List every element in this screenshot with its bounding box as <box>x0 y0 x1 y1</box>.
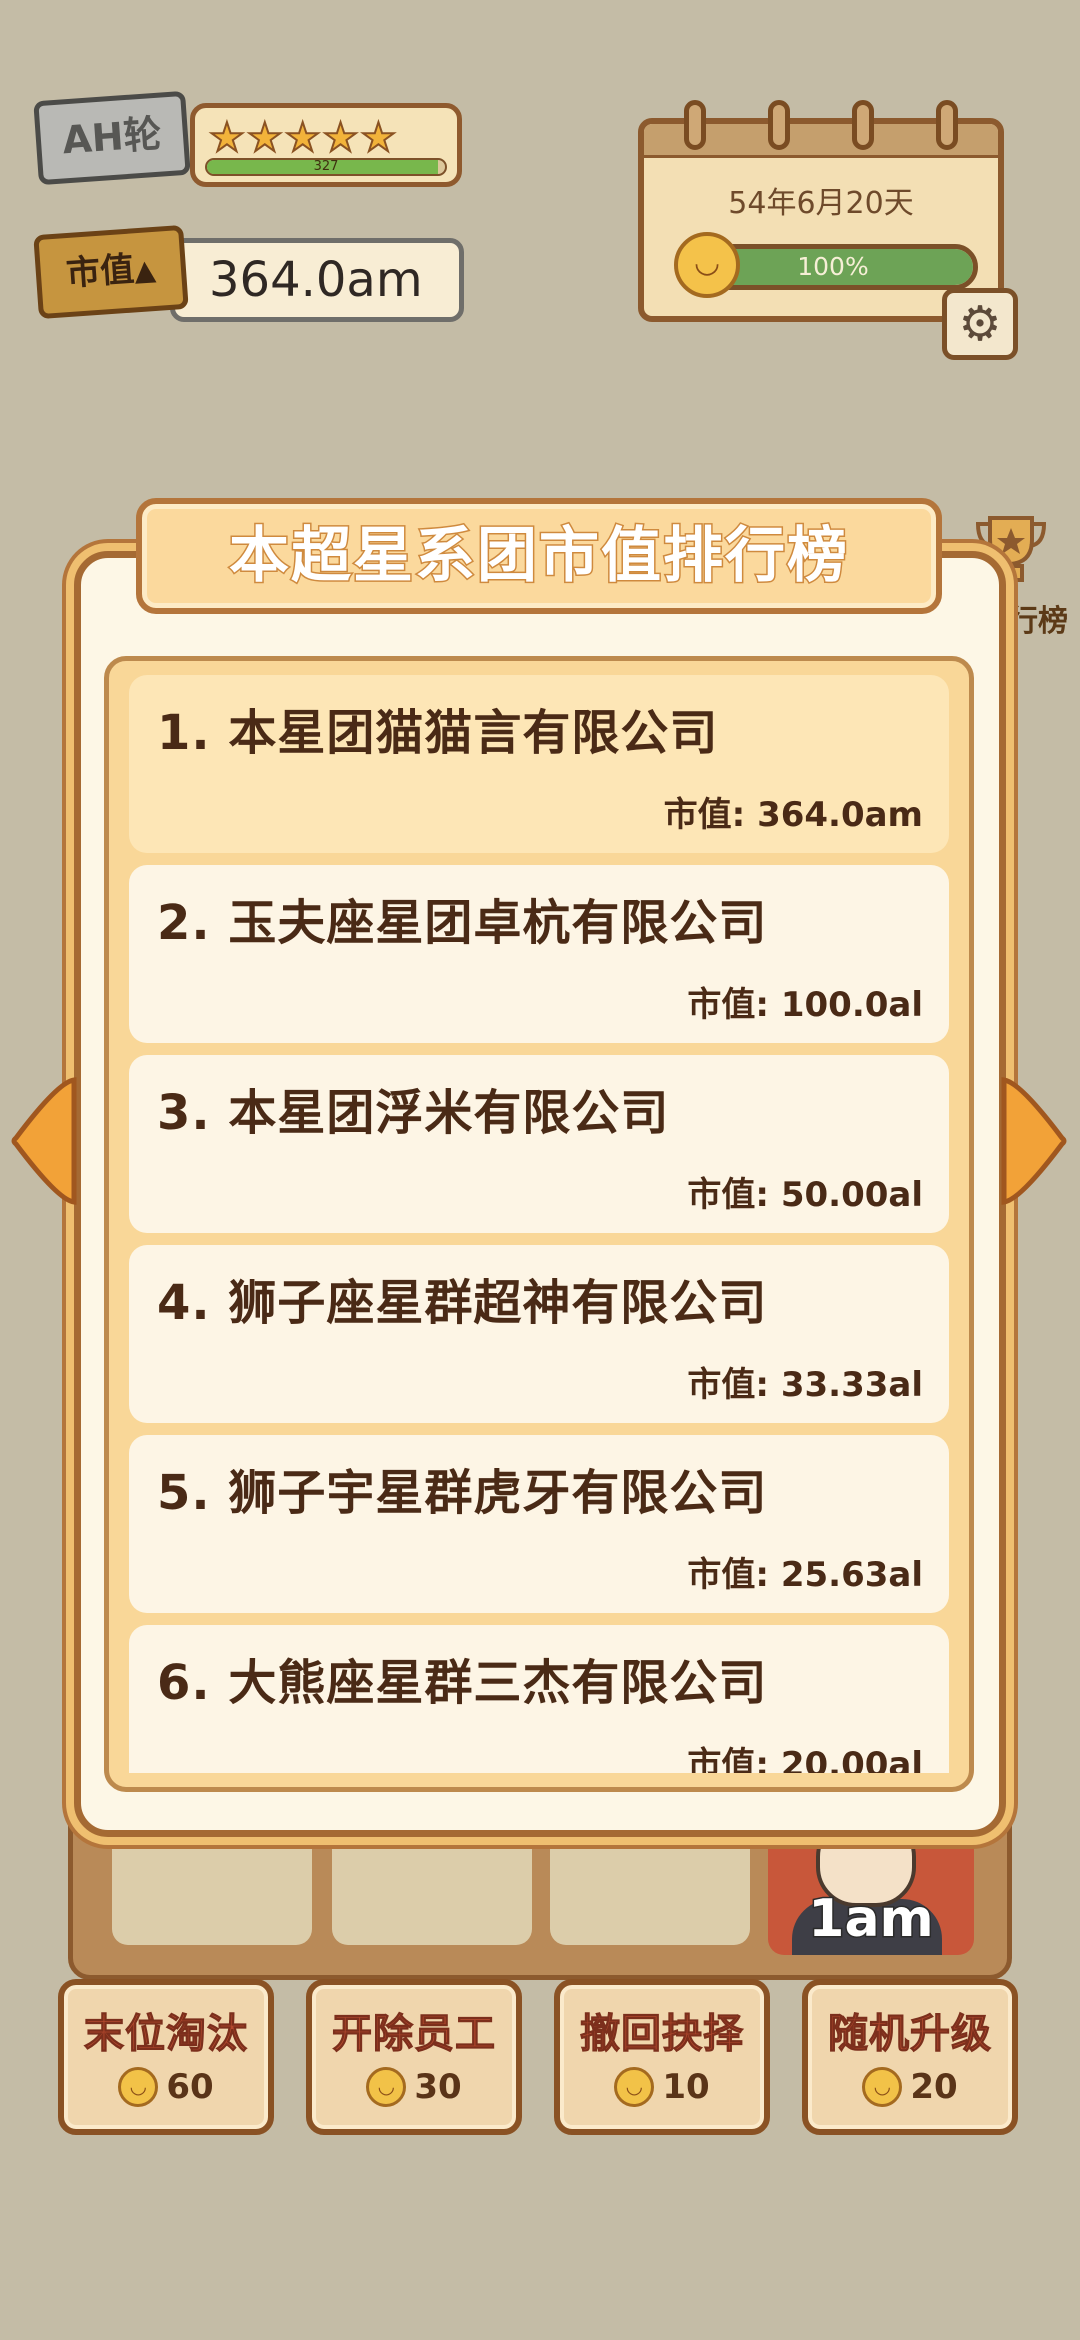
employee-value: 1am <box>807 1888 935 1951</box>
action-cost: ◡ 10 <box>614 2067 710 2107</box>
cost-value: 10 <box>662 2067 710 2107</box>
modal-title: 本超星系团市值排行榜 <box>136 498 942 614</box>
chart-icon: ▲ <box>133 252 157 288</box>
leaderboard-list-frame: 1. 本星团猫猫言有限公司 市值: 364.0am 2. 玉夫座星团卓杭有限公司… <box>104 656 974 1792</box>
undo-choice-button[interactable]: 撤回抉择 ◡ 10 <box>554 1979 770 2135</box>
round-progress-track: 327 <box>205 158 447 176</box>
company-name: 2. 玉夫座星团卓杭有限公司 <box>157 895 768 951</box>
star-icon: ★ <box>359 115 397 161</box>
company-market-cap: 市值: 20.00al <box>687 1745 923 1773</box>
fire-employee-button[interactable]: 开除员工 ◡ 30 <box>306 1979 522 2135</box>
star-icon: ★ <box>208 115 246 161</box>
leaderboard-row: 6. 大熊座星群三杰有限公司 市值: 20.00al <box>129 1625 949 1773</box>
leaderboard-row: 1. 本星团猫猫言有限公司 市值: 364.0am <box>129 675 949 853</box>
leaderboard-row: 3. 本星团浮米有限公司 市值: 50.00al <box>129 1055 949 1233</box>
company-name: 4. 狮子座星群超神有限公司 <box>157 1275 768 1331</box>
round-progress-value: 327 <box>313 159 339 174</box>
random-upgrade-button[interactable]: 随机升级 ◡ 20 <box>802 1979 1018 2135</box>
cost-value: 60 <box>166 2067 214 2107</box>
market-cap-badge: 市值▲ <box>33 224 189 320</box>
star-icon: ★ <box>246 115 284 161</box>
action-cost: ◡ 60 <box>118 2067 214 2107</box>
calendar-ring-icon <box>684 100 706 150</box>
cost-value: 20 <box>910 2067 958 2107</box>
game-date: 54年6月20天 <box>728 186 914 221</box>
leaderboard-row: 5. 狮子宇星群虎牙有限公司 市值: 25.63al <box>129 1435 949 1613</box>
company-name: 1. 本星团猫猫言有限公司 <box>157 705 719 761</box>
leaderboard-list[interactable]: 1. 本星团猫猫言有限公司 市值: 364.0am 2. 玉夫座星团卓杭有限公司… <box>129 675 949 1773</box>
calendar-ring-icon <box>768 100 790 150</box>
smiley-coin-icon: ◡ <box>862 2067 903 2107</box>
company-name: 3. 本星团浮米有限公司 <box>157 1085 670 1141</box>
leaderboard-row: 4. 狮子座星群超神有限公司 市值: 33.33al <box>129 1245 949 1423</box>
market-cap-label: 市值 <box>64 249 136 295</box>
leaderboard-row: 2. 玉夫座星团卓杭有限公司 市值: 100.0al <box>129 865 949 1043</box>
settings-button[interactable]: ⚙ <box>942 288 1018 360</box>
company-market-cap: 市值: 364.0am <box>663 795 923 835</box>
funding-round-badge: AH轮 <box>33 90 191 186</box>
action-label: 随机升级 <box>828 2011 992 2058</box>
smiley-coin-icon: ◡ <box>614 2067 655 2107</box>
company-market-cap: 市值: 100.0al <box>687 985 923 1025</box>
calendar-ring-icon <box>936 100 958 150</box>
market-cap-display: 364.0am <box>170 238 464 322</box>
round-progress-bar: ★ ★ ★ ★ ★ 327 <box>190 103 462 187</box>
leaderboard-label[interactable]: 行榜 <box>1008 596 1068 640</box>
chevron-left-icon <box>11 1077 77 1205</box>
chevron-right-icon <box>1001 1077 1067 1205</box>
company-market-cap: 市值: 33.33al <box>687 1365 923 1405</box>
company-market-cap: 市值: 50.00al <box>687 1175 923 1215</box>
cost-value: 30 <box>414 2067 462 2107</box>
prev-page-button[interactable] <box>8 1076 78 1206</box>
next-page-button[interactable] <box>1000 1076 1070 1206</box>
smiley-coin-icon: ◡ <box>366 2067 407 2107</box>
eliminate-last-button[interactable]: 末位淘汰 ◡ 60 <box>58 1979 274 2135</box>
action-cost: ◡ 30 <box>366 2067 462 2107</box>
star-icon: ★ <box>284 115 322 161</box>
star-icon: ★ <box>322 115 360 161</box>
company-market-cap: 市值: 25.63al <box>687 1555 923 1595</box>
calendar-ring-icon <box>852 100 874 150</box>
company-name: 6. 大熊座星群三杰有限公司 <box>157 1655 768 1711</box>
action-label: 末位淘汰 <box>84 2011 248 2058</box>
company-name: 5. 狮子宇星群虎牙有限公司 <box>157 1465 768 1521</box>
action-label: 撤回抉择 <box>580 2011 744 2058</box>
smiley-icon: ◡ <box>674 232 740 298</box>
action-label: 开除员工 <box>332 2011 496 2058</box>
smiley-coin-icon: ◡ <box>118 2067 159 2107</box>
star-rating: ★ ★ ★ ★ ★ <box>208 115 397 161</box>
gear-icon: ⚙ <box>958 296 1002 352</box>
action-cost: ◡ 20 <box>862 2067 958 2107</box>
